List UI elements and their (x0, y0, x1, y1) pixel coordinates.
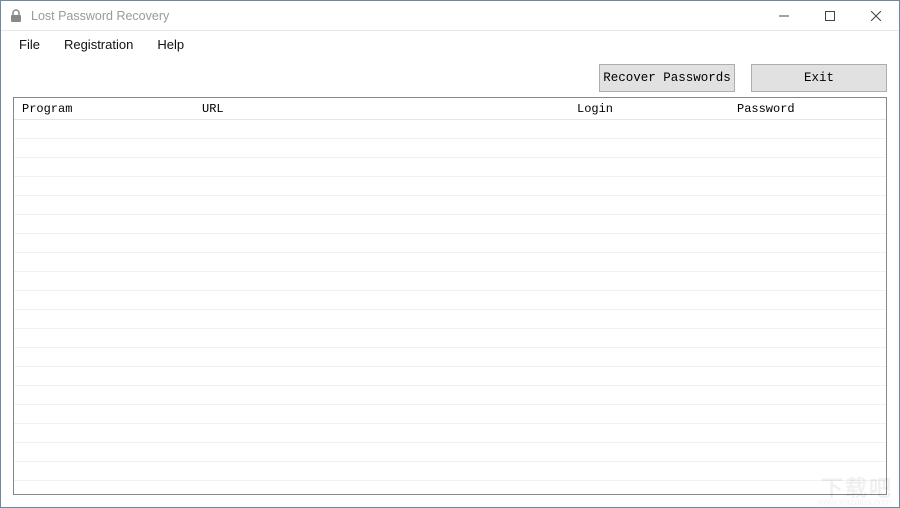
grid-row (14, 196, 886, 215)
column-header-password[interactable]: Password (729, 98, 886, 119)
grid-row (14, 310, 886, 329)
grid-row (14, 405, 886, 424)
grid-row (14, 462, 886, 481)
app-window: Lost Password Recovery File Registration… (0, 0, 900, 508)
grid-row (14, 348, 886, 367)
grid-row (14, 291, 886, 310)
minimize-button[interactable] (761, 1, 807, 31)
grid-row (14, 234, 886, 253)
results-grid: Program URL Login Password (13, 97, 887, 495)
grid-row (14, 215, 886, 234)
grid-header: Program URL Login Password (14, 98, 886, 120)
grid-row (14, 272, 886, 291)
exit-button[interactable]: Exit (751, 64, 887, 92)
grid-row (14, 120, 886, 139)
recover-passwords-button[interactable]: Recover Passwords (599, 64, 735, 92)
app-icon (8, 8, 24, 24)
close-button[interactable] (853, 1, 899, 31)
grid-row (14, 443, 886, 462)
grid-row (14, 386, 886, 405)
toolbar: Recover Passwords Exit (1, 57, 899, 97)
menu-help[interactable]: Help (145, 34, 196, 55)
grid-row (14, 253, 886, 272)
column-header-program[interactable]: Program (14, 98, 194, 119)
maximize-button[interactable] (807, 1, 853, 31)
watermark-subtext: www.xiazaiba.com (817, 497, 891, 507)
grid-row (14, 367, 886, 386)
menu-registration[interactable]: Registration (52, 34, 145, 55)
menu-file[interactable]: File (7, 34, 52, 55)
menu-bar: File Registration Help (1, 31, 899, 57)
grid-row (14, 177, 886, 196)
title-bar: Lost Password Recovery (1, 1, 899, 31)
grid-body[interactable] (14, 120, 886, 494)
grid-row (14, 158, 886, 177)
window-title: Lost Password Recovery (31, 9, 169, 23)
grid-row (14, 329, 886, 348)
column-header-url[interactable]: URL (194, 98, 569, 119)
grid-row (14, 424, 886, 443)
column-header-login[interactable]: Login (569, 98, 729, 119)
grid-row (14, 139, 886, 158)
